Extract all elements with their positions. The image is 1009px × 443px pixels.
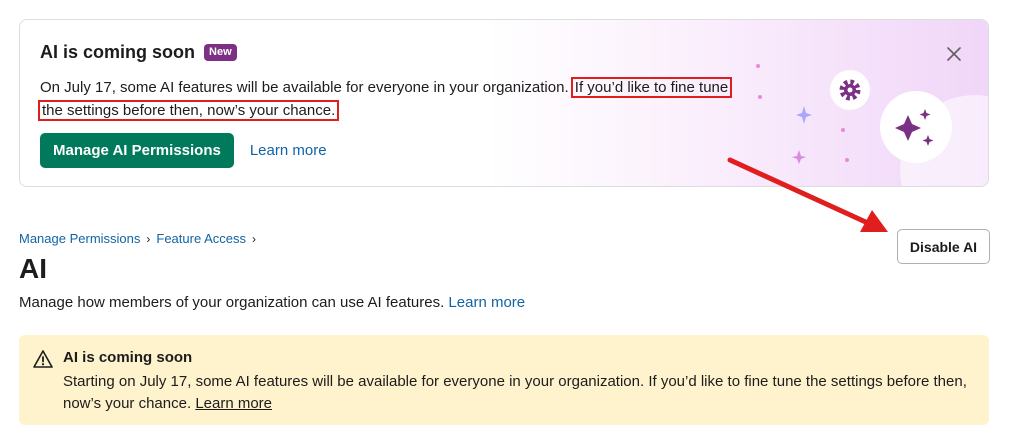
disable-ai-button[interactable]: Disable AI <box>897 229 990 264</box>
alert-title: AI is coming soon <box>63 349 193 366</box>
alert-message: Starting on July 17, some AI features wi… <box>63 371 973 415</box>
banner-message: On July 17, some AI features will be ava… <box>37 76 760 122</box>
close-icon <box>947 47 961 61</box>
breadcrumb: Manage Permissions › Feature Access › <box>19 231 256 246</box>
chevron-right-icon: › <box>252 231 256 246</box>
manage-ai-permissions-button[interactable]: Manage AI Permissions <box>40 133 234 168</box>
page-learn-more-link[interactable]: Learn more <box>448 294 525 311</box>
banner-actions: Manage AI Permissions Learn more <box>40 133 327 168</box>
page-description-text: Manage how members of your organization … <box>19 294 445 311</box>
ai-coming-soon-alert: AI is coming soon Starting on July 17, s… <box>19 335 989 425</box>
page-title: AI <box>19 253 47 284</box>
breadcrumb-manage-permissions[interactable]: Manage Permissions <box>19 231 140 246</box>
arrow-icon <box>727 157 888 232</box>
highlighted-text: the settings before then, now’s your cha… <box>37 100 340 121</box>
banner-message-part: On July 17, some AI features will be ava… <box>40 79 569 96</box>
warning-icon <box>33 350 53 368</box>
banner-title-row: AI is coming soon New <box>40 42 237 63</box>
close-banner-button[interactable] <box>942 42 966 66</box>
chevron-right-icon: › <box>146 231 151 246</box>
gear-icon <box>830 70 870 110</box>
new-badge: New <box>204 44 237 61</box>
breadcrumb-feature-access[interactable]: Feature Access <box>156 231 246 246</box>
page-description: Manage how members of your organization … <box>19 294 525 311</box>
banner-title: AI is coming soon <box>40 42 196 62</box>
alert-learn-more-link[interactable]: Learn more <box>195 395 272 412</box>
banner-learn-more-link[interactable]: Learn more <box>250 142 327 159</box>
highlighted-text: If you’d like to fine tune <box>570 77 733 98</box>
